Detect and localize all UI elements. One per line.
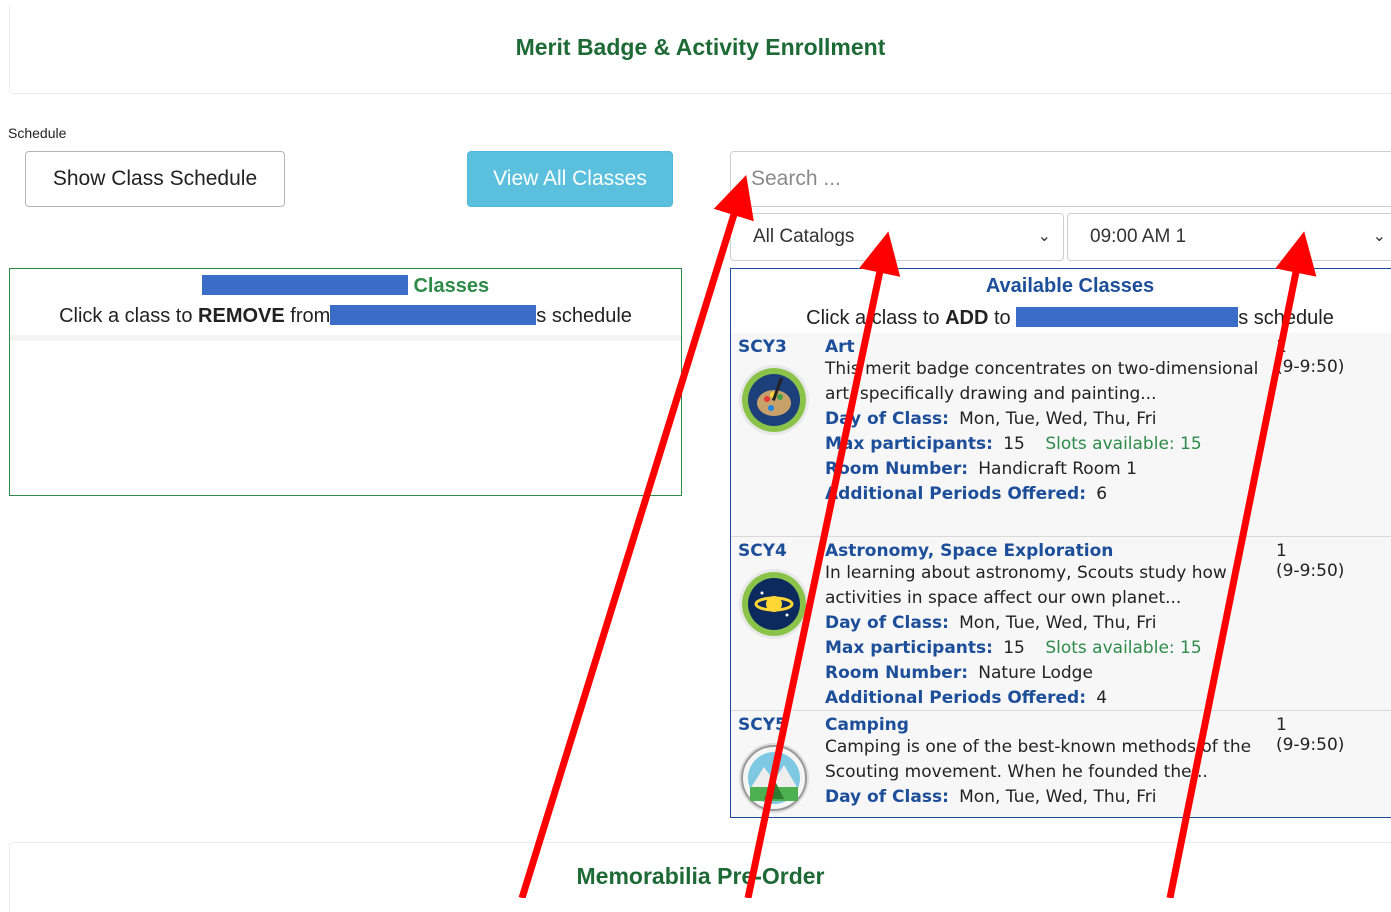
catalog-select[interactable]: All Catalogs ⌄ — [730, 213, 1064, 261]
astronomy-badge-icon — [739, 569, 809, 639]
class-name: Astronomy, Space Exploration — [825, 541, 1114, 561]
slots-available: Slots available: 15 — [1045, 434, 1202, 454]
class-period: 1 (9-9:50) — [1276, 541, 1345, 581]
class-list: SCY3 Art This merit badge concentrates o… — [731, 333, 1391, 817]
slots-available: Slots available: 15 — [1045, 638, 1202, 658]
enrollment-title: Merit Badge & Activity Enrollment — [515, 34, 886, 60]
available-classes-instructions: Click a class to ADD to s schedule — [806, 307, 1334, 329]
class-row-astronomy[interactable]: SCY4 Astronomy, Space Exploration In lea… — [731, 537, 1391, 711]
class-period: 1 (9-9:50) — [1276, 715, 1345, 755]
camping-badge-icon — [739, 743, 809, 813]
view-all-classes-button[interactable]: View All Classes — [467, 151, 673, 207]
my-classes-list — [10, 335, 681, 341]
class-code: SCY4 — [738, 541, 787, 561]
available-classes-heading: Available Classes — [985, 275, 1155, 297]
redacted-name — [330, 305, 537, 325]
memorabilia-title: Memorabilia Pre-Order — [576, 863, 825, 889]
art-badge-icon — [739, 365, 809, 435]
my-classes-heading: Classes — [10, 275, 681, 301]
my-classes-panel: Classes Click a class to REMOVE from s sc… — [9, 268, 682, 496]
class-row-camping[interactable]: SCY5 Camping Camping is one of the best-… — [731, 711, 1391, 817]
class-name: Art — [825, 337, 855, 357]
memorabilia-panel: Memorabilia Pre-Order — [9, 842, 1391, 912]
available-classes-panel: Available Classes Click a class to ADD t… — [730, 268, 1391, 818]
redacted-name — [1016, 307, 1239, 327]
class-description: This merit badge concentrates on two-dim… — [825, 359, 1259, 404]
chevron-down-icon: ⌄ — [1037, 228, 1051, 245]
class-row-art[interactable]: SCY3 Art This merit badge concentrates o… — [731, 333, 1391, 537]
class-details: Astronomy, Space Exploration In learning… — [825, 541, 1270, 711]
my-classes-instructions: Click a class to REMOVE from s schedule — [59, 305, 632, 327]
class-description: Camping is one of the best-known methods… — [825, 737, 1252, 782]
period-select-value: 09:00 AM 1 — [1090, 226, 1187, 247]
show-class-schedule-button[interactable]: Show Class Schedule — [25, 151, 285, 207]
schedule-label: Schedule — [8, 125, 67, 141]
class-details: Camping Camping is one of the best-known… — [825, 715, 1270, 810]
class-code: SCY5 — [738, 715, 787, 735]
period-select[interactable]: 09:00 AM 1 ⌄ — [1067, 213, 1391, 261]
chevron-down-icon: ⌄ — [1372, 228, 1386, 245]
enrollment-panel: Merit Badge & Activity Enrollment — [9, 6, 1391, 94]
catalog-select-value: All Catalogs — [753, 226, 855, 247]
class-description: In learning about astronomy, Scouts stud… — [825, 563, 1227, 608]
class-period: 1 (9-9:50) — [1276, 337, 1345, 377]
redacted-name — [201, 275, 408, 295]
class-name: Camping — [825, 715, 909, 735]
class-code: SCY3 — [738, 337, 787, 357]
class-details: Art This merit badge concentrates on two… — [825, 337, 1270, 507]
search-input[interactable] — [730, 151, 1391, 207]
